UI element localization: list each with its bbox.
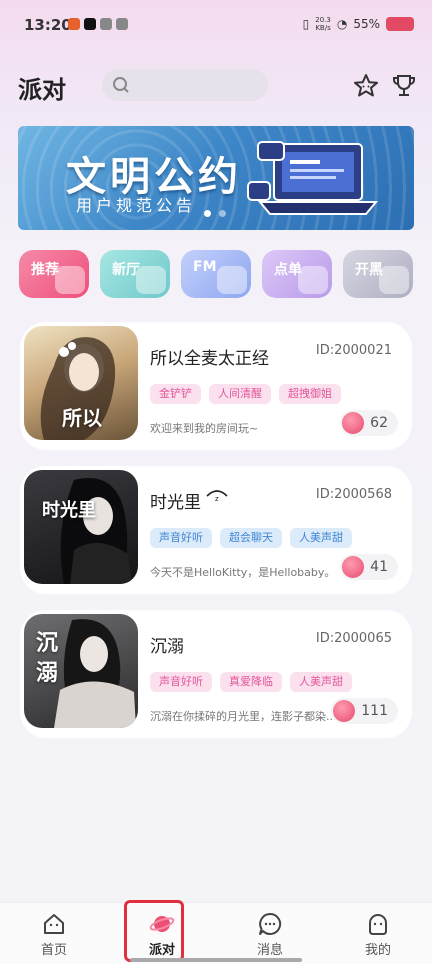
room-tag: 人间清醒 [209, 384, 271, 404]
room-tag: 声音好听 [150, 528, 212, 548]
flame-icon [342, 412, 365, 434]
radio-icon [217, 266, 247, 294]
tab-home[interactable]: 首页 [24, 911, 84, 958]
calendar-icon [116, 18, 128, 30]
thumbs-up-icon [55, 266, 85, 294]
cover-caption: 所以 [62, 406, 102, 430]
search-input[interactable] [102, 69, 268, 101]
room-tag: 人美声甜 [290, 528, 352, 548]
order-icon [298, 266, 328, 294]
chip-fm[interactable]: FM [181, 250, 251, 298]
wifi-icon: ◔ [336, 17, 348, 31]
gamepad-icon [379, 266, 409, 294]
room-tag: 人美声甜 [290, 672, 352, 692]
gallery-icon [100, 18, 112, 30]
banner-pagination [204, 210, 226, 217]
room-description: 今天不是HelloKitty，是Hellobaby。 [150, 566, 336, 579]
room-id: ID:2000021 [315, 343, 392, 358]
tab-label: 消息 [256, 943, 283, 958]
pagination-dot [204, 210, 211, 217]
eye-icon: z [206, 490, 228, 502]
room-name: 时光里 [150, 493, 201, 513]
room-tag: 超会聊天 [220, 528, 282, 548]
notification-icons [68, 18, 128, 30]
room-heat-count: 111 [331, 698, 398, 724]
room-description: 欢迎来到我的房间玩~ [150, 422, 259, 435]
app-notification-icon [68, 18, 80, 30]
room-heat-count: 62 [340, 410, 398, 436]
pagination-dot [219, 210, 226, 217]
room-tag: 声音好听 [150, 672, 212, 692]
room-id: ID:2000065 [315, 631, 392, 646]
vibrate-icon: ▯ [302, 17, 310, 31]
tab-label: 首页 [40, 943, 67, 958]
chip-new-rooms[interactable]: 新厅 [100, 250, 170, 298]
room-tag: 超拽御姐 [279, 384, 341, 404]
room-name: 沉溺 [150, 637, 184, 657]
tab-mine[interactable]: 我的 [348, 911, 408, 958]
chip-order[interactable]: 点单 [262, 250, 332, 298]
room-card[interactable]: 沉溺 沉溺 ID:2000065 声音好听 真爱降临 人美声甜 沉溺在你揉碎的月… [20, 610, 412, 738]
tiktok-icon [84, 18, 96, 30]
battery-icon [386, 17, 414, 31]
chip-gaming[interactable]: 开黑 [343, 250, 413, 298]
cover-caption: 时光里 [42, 500, 96, 521]
battery-percent: 55% [353, 17, 380, 31]
network-speed: 20.3 KB/s [315, 16, 331, 32]
trophy-icon[interactable] [390, 72, 418, 100]
flame-icon [333, 700, 356, 722]
chat-bubble-icon [259, 912, 282, 935]
app-logo: 派对 [18, 75, 66, 104]
new-room-icon [136, 266, 166, 294]
room-tag: 金铲铲 [150, 384, 201, 404]
room-cover-image: 时光里 [24, 470, 138, 584]
search-icon [113, 77, 129, 93]
chip-label: FM [193, 259, 217, 275]
header: 派对 [0, 66, 432, 106]
announcement-banner[interactable]: 文明公约 用户规范公告 [18, 126, 414, 230]
room-description: 沉溺在你揉碎的月光里，连影子都染... [150, 710, 337, 723]
cover-caption: 沉溺 [36, 630, 59, 686]
category-chips: 推荐 新厅 FM 点单 开黑 [19, 250, 413, 298]
cover-portrait [60, 478, 132, 584]
home-icon [44, 914, 64, 934]
flame-icon [342, 556, 365, 578]
laptop-illustration-icon [247, 141, 379, 215]
active-tab-highlight [124, 900, 184, 962]
tab-messages[interactable]: 消息 [240, 911, 300, 958]
room-heat-count: 41 [340, 554, 398, 580]
status-bar: 13:20 ▯ 20.3 KB/s ◔ 55% [0, 0, 432, 50]
banner-subtitle: 用户规范公告 [76, 196, 197, 215]
room-tag: 真爱降临 [220, 672, 282, 692]
home-indicator[interactable] [130, 958, 302, 962]
status-time: 13:20 [24, 16, 72, 34]
room-cover-image: 所以 [24, 326, 138, 440]
room-card[interactable]: 时光里 时光里 z ID:2000568 声音好听 超会聊天 人美声甜 今天不是… [20, 466, 412, 594]
tab-label: 我的 [364, 943, 391, 958]
chip-recommend[interactable]: 推荐 [19, 250, 89, 298]
room-card[interactable]: 所以 所以全麦太正经 ID:2000021 金铲铲 人间清醒 超拽御姐 欢迎来到… [20, 322, 412, 450]
profile-icon [369, 914, 387, 935]
room-id: ID:2000568 [315, 487, 392, 502]
room-name: 所以全麦太正经 [150, 349, 269, 369]
svg-text:z: z [215, 495, 219, 502]
star-icon[interactable] [352, 72, 380, 100]
bottom-tab-bar: 首页 派对 消息 我的 [0, 902, 432, 964]
room-cover-image: 沉溺 [24, 614, 138, 728]
